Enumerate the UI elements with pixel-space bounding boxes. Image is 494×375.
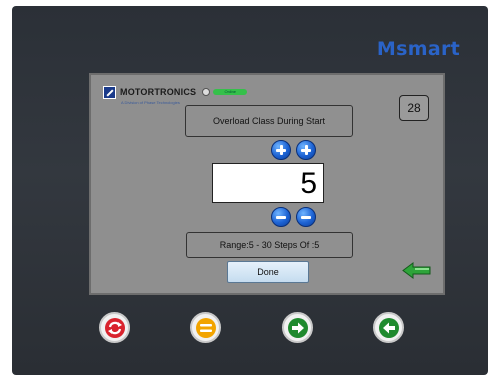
plus-icon-stem: [305, 145, 308, 155]
company-header: MOTORTRONICS Online: [103, 84, 248, 100]
refresh-icon: [104, 317, 125, 338]
refresh-hardware-button[interactable]: [99, 312, 130, 343]
parameter-title: Overload Class During Start: [185, 105, 353, 137]
page-number: 28: [399, 95, 429, 121]
arrow-left-icon: [402, 262, 431, 279]
arrow-right-icon: [287, 317, 308, 338]
value-display[interactable]: 5: [212, 163, 324, 203]
arrow-left-icon: [378, 317, 399, 338]
company-subtext: A Division of Phase Technologies: [121, 100, 180, 105]
range-info: Range:5 - 30 Steps Of :5: [186, 232, 353, 258]
company-name: MOTORTRONICS: [120, 87, 197, 97]
status-indicator: Online: [213, 89, 248, 95]
company-logo-icon: [103, 85, 116, 99]
prev-hardware-button[interactable]: [373, 312, 404, 343]
back-button[interactable]: [402, 262, 432, 279]
brand-logo: Msmart: [376, 38, 460, 60]
increment-large-button[interactable]: [271, 140, 291, 160]
device-panel: Msmart MOTORTRONICS Online A Division of…: [12, 6, 488, 375]
status-dot-icon: [202, 88, 211, 96]
minus-icon: [301, 216, 311, 219]
menu-icon: [195, 317, 216, 338]
minus-icon: [276, 216, 286, 219]
menu-hardware-button[interactable]: [190, 312, 221, 343]
increment-small-button[interactable]: [296, 140, 316, 160]
next-hardware-button[interactable]: [282, 312, 313, 343]
done-button[interactable]: Done: [227, 261, 309, 283]
decrement-small-button[interactable]: [296, 207, 316, 227]
decrement-large-button[interactable]: [271, 207, 291, 227]
plus-icon-stem: [280, 145, 283, 155]
hmi-screen: MOTORTRONICS Online A Division of Phase …: [89, 73, 445, 295]
